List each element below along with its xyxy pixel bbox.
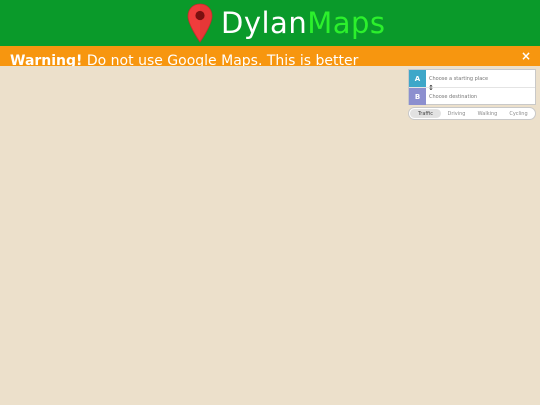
destination-input[interactable] <box>429 90 533 103</box>
brand-second: Maps <box>307 6 386 40</box>
travel-mode-tabs: Traffic Driving Walking Cycling <box>408 107 536 120</box>
warning-label: Warning! <box>10 53 83 66</box>
start-badge: A <box>409 70 426 87</box>
route-panel: A ↕ B <box>408 69 536 105</box>
tab-walking[interactable]: Walking <box>472 109 503 118</box>
start-input[interactable] <box>429 72 533 85</box>
warning-text: Warning! Do not use Google Maps. This is… <box>10 52 358 66</box>
tab-cycling[interactable]: Cycling <box>503 109 534 118</box>
map-pin-icon <box>187 3 213 43</box>
tab-traffic[interactable]: Traffic <box>410 109 441 118</box>
warning-message: Do not use Google Maps. This is better <box>86 53 359 66</box>
app-header: DylanMaps <box>0 0 540 46</box>
tab-driving[interactable]: Driving <box>441 109 472 118</box>
close-icon[interactable]: × <box>520 49 532 63</box>
brand-name: DylanMaps <box>221 3 386 43</box>
destination-row: B <box>409 88 535 105</box>
logo[interactable]: DylanMaps <box>187 2 386 44</box>
warning-banner: Warning! Do not use Google Maps. This is… <box>0 46 540 66</box>
destination-badge: B <box>409 88 426 105</box>
brand-first: Dylan <box>221 6 308 40</box>
